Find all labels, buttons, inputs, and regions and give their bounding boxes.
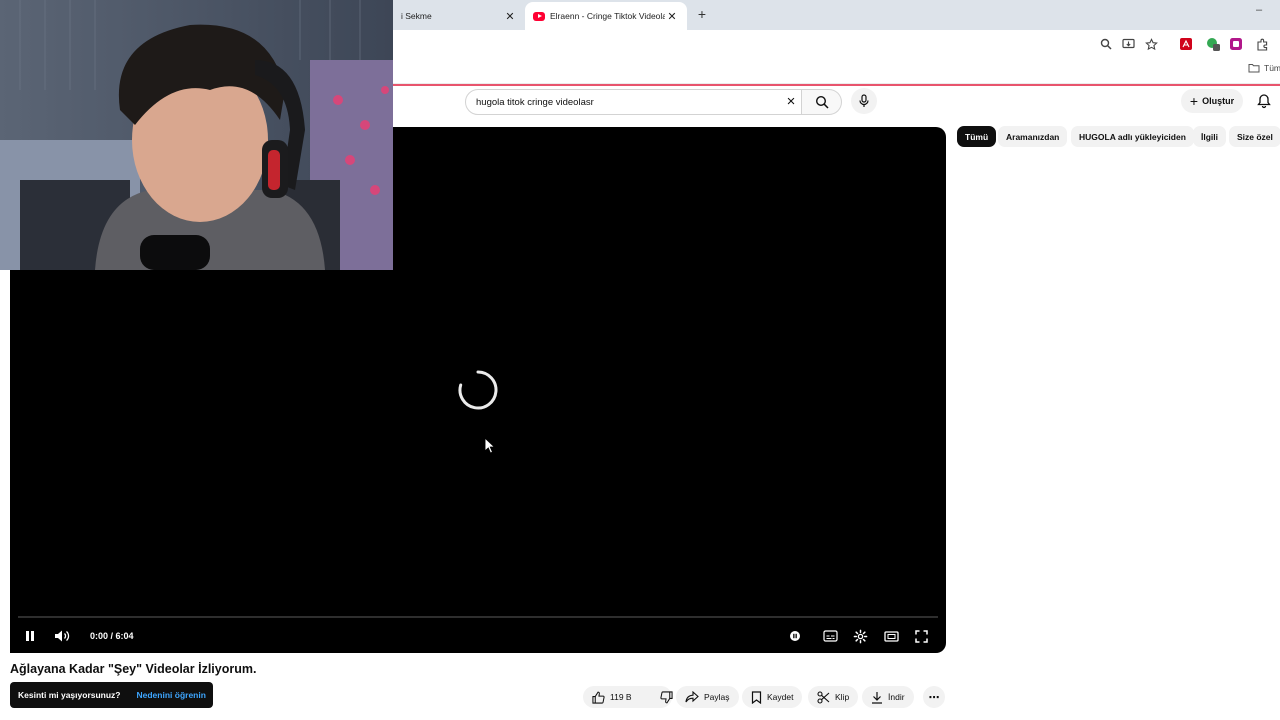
download-label: İndir (888, 692, 905, 702)
purple-extension-icon[interactable] (1229, 37, 1243, 51)
scissors-icon (817, 690, 830, 704)
minimize-window-icon[interactable]: – (1252, 4, 1266, 18)
chip-uploader[interactable]: HUGOLA adlı yükleyiciden (1071, 126, 1194, 147)
bookmark-label: Tüm (1264, 63, 1280, 73)
new-tab-icon[interactable]: + (694, 6, 710, 22)
more-actions-button[interactable]: ⋯ (923, 686, 945, 708)
clear-search-icon[interactable]: × (783, 94, 799, 110)
share-button[interactable]: Paylaş (676, 686, 739, 708)
tab-title: i Sekme (401, 11, 432, 21)
save-button[interactable]: Kaydet (742, 686, 803, 708)
extensions-puzzle-icon[interactable] (1255, 37, 1269, 51)
browser-tab-inactive[interactable]: i Sekme ✕ (393, 2, 525, 30)
time-display: 0:00 / 6:04 (90, 631, 134, 641)
zoom-icon[interactable] (1099, 37, 1113, 51)
autoplay-toggle[interactable] (787, 627, 805, 645)
pause-icon (26, 631, 34, 641)
like-count: 119 B (610, 692, 632, 702)
gear-icon (853, 629, 867, 643)
theater-mode-icon (883, 630, 899, 642)
tab-close-icon[interactable]: ✕ (503, 10, 517, 23)
search-query-text: hugola titok cringe videolasr (476, 96, 594, 108)
youtube-favicon-icon (533, 11, 545, 21)
like-button[interactable]: 119 B (583, 686, 641, 708)
browser-tab-active[interactable]: Elraenn - Cringe Tiktok Videola ✕ (525, 2, 687, 30)
fullscreen-button[interactable] (912, 627, 930, 645)
search-icon (815, 95, 829, 109)
install-app-icon[interactable] (1121, 37, 1135, 51)
subtitles-icon (822, 630, 838, 642)
progress-bar[interactable] (18, 616, 938, 618)
thumbs-down-icon (660, 690, 673, 703)
fullscreen-icon (914, 629, 928, 643)
create-button[interactable]: + Oluştur (1181, 89, 1243, 113)
webcam-overlay (0, 0, 393, 270)
theater-mode-button[interactable] (882, 627, 900, 645)
bookmark-icon (751, 690, 762, 704)
share-label: Paylaş (704, 692, 730, 702)
mouse-cursor-icon (484, 437, 496, 454)
share-icon (685, 691, 699, 703)
volume-icon (55, 630, 70, 642)
download-icon (872, 691, 882, 704)
clip-label: Klip (835, 692, 850, 702)
download-button[interactable]: İndir (862, 686, 914, 708)
pdf-extension-icon[interactable] (1179, 37, 1193, 51)
loading-spinner-icon (458, 370, 498, 410)
notifications-bell-icon[interactable] (1256, 93, 1272, 109)
folder-icon (1248, 64, 1260, 73)
clip-button[interactable]: Klip (808, 686, 859, 708)
volume-button[interactable] (53, 627, 71, 645)
thumbs-up-icon (592, 691, 605, 704)
chip-for-you[interactable]: Size özel (1229, 126, 1280, 147)
autoplay-icon (790, 631, 800, 641)
tab-title: Elraenn - Cringe Tiktok Videola (550, 11, 665, 21)
plus-icon: + (1189, 93, 1199, 109)
video-title: Ağlayana Kadar "Şey" Videolar İzliyorum. (10, 662, 257, 676)
tab-close-icon[interactable]: ✕ (665, 10, 679, 23)
extension-badge-icon[interactable] (1206, 37, 1220, 51)
search-button[interactable] (802, 89, 842, 115)
search-input[interactable]: hugola titok cringe videolasr (465, 89, 802, 115)
chip-all[interactable]: Tümü (957, 126, 997, 147)
page-loading-bar (393, 84, 1280, 86)
settings-button[interactable] (851, 627, 869, 645)
chip-related[interactable]: İlgili (1193, 126, 1226, 147)
interruption-toast: Kesinti mi yaşıyorsunuz? Nedenini öğreni… (10, 682, 213, 708)
more-dots-icon: ⋯ (928, 691, 940, 704)
learn-why-link[interactable]: Nedenini öğrenin (137, 690, 206, 700)
voice-search-button[interactable] (851, 88, 877, 114)
subtitles-button[interactable] (821, 627, 839, 645)
pause-button[interactable] (21, 627, 39, 645)
all-bookmarks-folder[interactable]: Tüm (1248, 63, 1280, 73)
chip-from-search[interactable]: Aramanızdan (998, 126, 1068, 147)
bookmark-star-icon[interactable] (1144, 37, 1158, 51)
toast-message: Kesinti mi yaşıyorsunuz? (18, 690, 121, 700)
microphone-icon (859, 94, 869, 107)
like-dislike-group: 119 B (583, 686, 673, 708)
create-label: Oluştur (1202, 96, 1235, 106)
save-label: Kaydet (767, 692, 794, 702)
